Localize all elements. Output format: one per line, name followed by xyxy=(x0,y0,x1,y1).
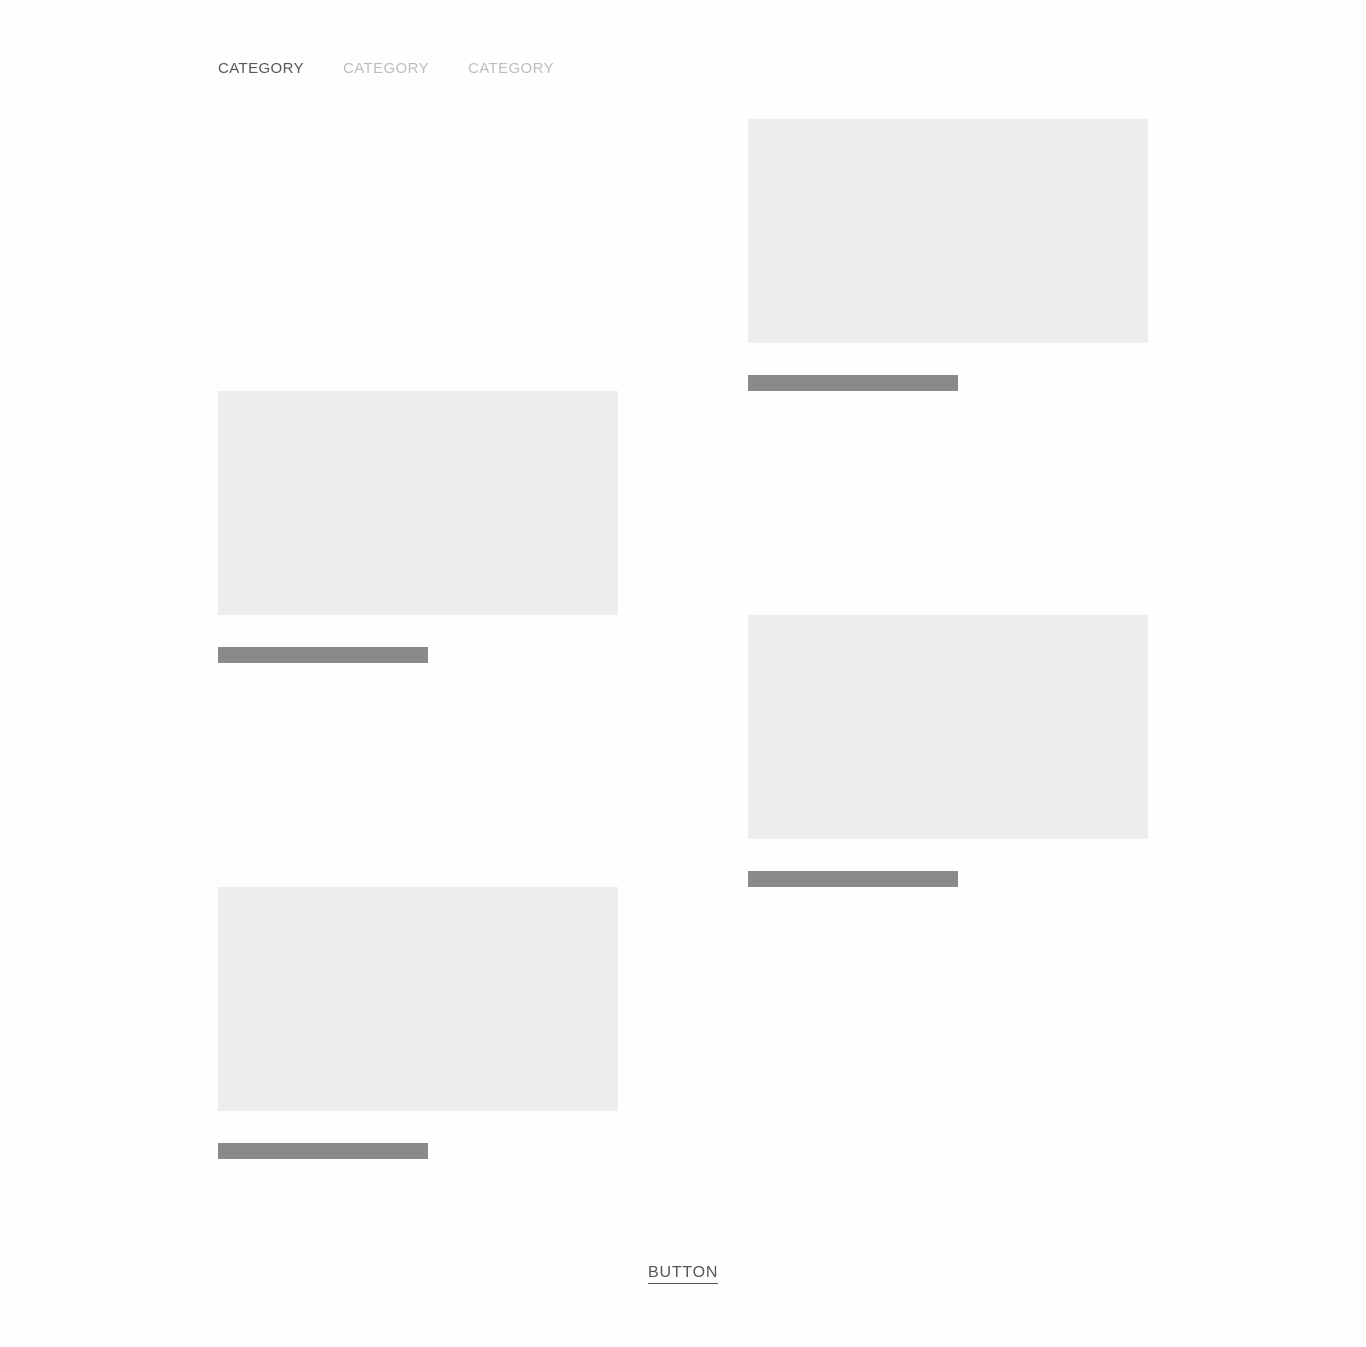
category-tab-2[interactable]: CATEGORY xyxy=(343,60,429,78)
card-image-placeholder xyxy=(748,119,1148,343)
card-title-placeholder xyxy=(748,871,958,887)
card-title-placeholder xyxy=(748,375,958,391)
grid-card[interactable] xyxy=(218,887,618,1159)
grid-card[interactable] xyxy=(748,119,1148,391)
grid-card[interactable] xyxy=(748,615,1148,887)
card-image-placeholder xyxy=(748,615,1148,839)
card-image-placeholder xyxy=(218,391,618,615)
card-image-placeholder xyxy=(218,887,618,1111)
card-title-placeholder xyxy=(218,1143,428,1159)
load-more-button[interactable]: BUTTON xyxy=(648,1264,719,1284)
card-title-placeholder xyxy=(218,647,428,663)
grid-card[interactable] xyxy=(218,391,618,663)
category-tab-3[interactable]: CATEGORY xyxy=(468,60,554,78)
category-nav: CATEGORY CATEGORY CATEGORY xyxy=(218,60,593,78)
category-tab-1[interactable]: CATEGORY xyxy=(218,60,304,78)
